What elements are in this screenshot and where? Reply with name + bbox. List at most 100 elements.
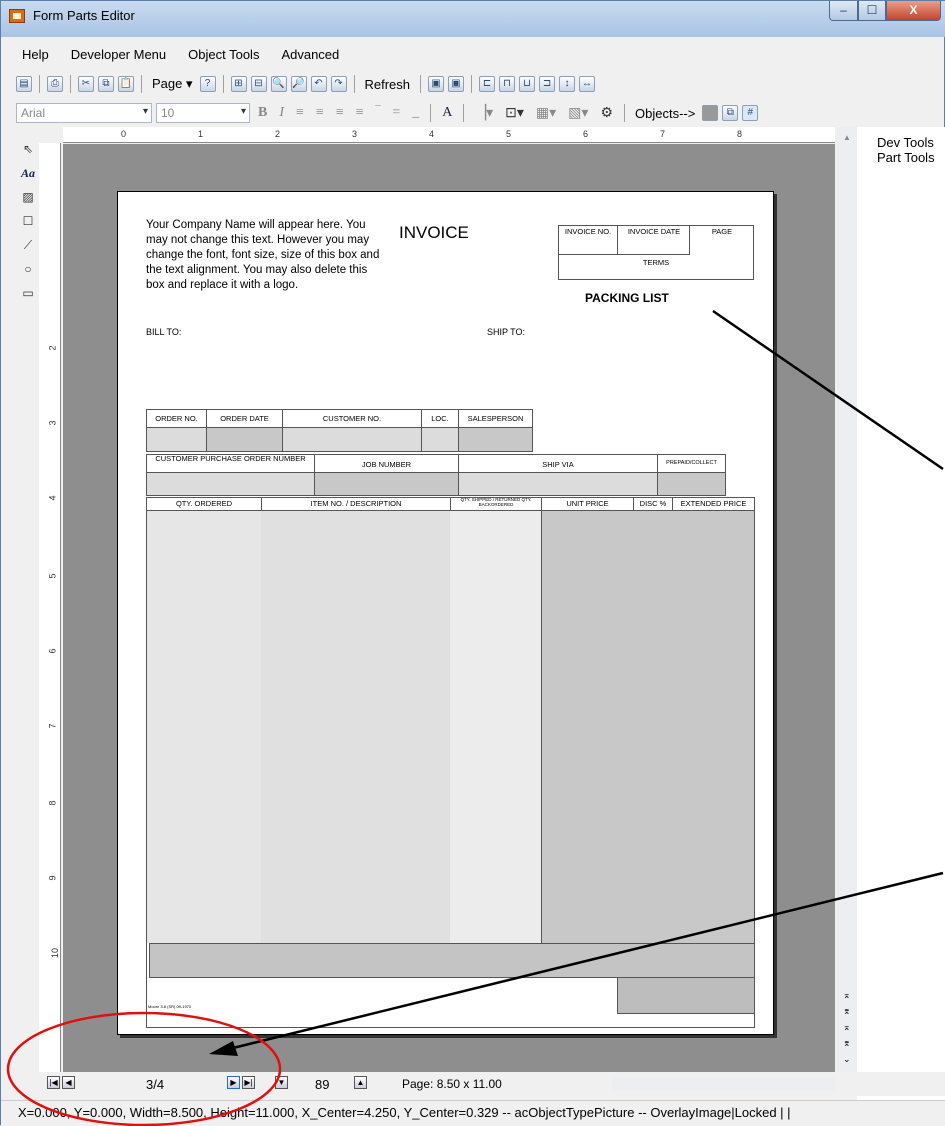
send-back-icon[interactable]: ▣: [448, 76, 465, 92]
total-box[interactable]: [617, 977, 755, 1014]
ruler-label: 2: [275, 129, 281, 139]
font-size-select[interactable]: 10: [156, 103, 250, 123]
nav-value: 89: [315, 1077, 330, 1092]
ruler-label: 4: [429, 129, 435, 139]
totals-bar[interactable]: [149, 943, 755, 978]
vertical-scrollbar[interactable]: ▲ ⌅ ⌆ ⌅ ⌆ ⌄: [837, 127, 857, 1082]
salesperson-field[interactable]: [458, 427, 533, 452]
properties-icon[interactable]: ⚙: [596, 105, 617, 122]
fit-width-icon[interactable]: ⊟: [250, 76, 267, 92]
pattern-icon[interactable]: ▧▾: [564, 105, 592, 122]
fill-color-icon[interactable]: ▦▾: [532, 105, 560, 122]
font-color-icon[interactable]: A: [438, 105, 456, 121]
fit-page-icon[interactable]: ⊞: [230, 76, 247, 92]
overlay-icon[interactable]: ⧉: [722, 105, 739, 121]
text-tool-icon[interactable]: Aa: [20, 165, 36, 181]
design-canvas[interactable]: Your Company Name will appear here. You …: [63, 144, 835, 1077]
valign-top-icon[interactable]: ‾: [372, 105, 385, 121]
zoom-out-icon[interactable]: 🔎: [290, 76, 307, 92]
part-tools-item[interactable]: Part Tools: [857, 150, 945, 165]
scroll-up-icon[interactable]: ▲: [843, 133, 851, 142]
page-label: PAGE: [711, 227, 733, 236]
undo-icon[interactable]: ↶: [310, 76, 327, 92]
page-dropdown[interactable]: Page ▾: [149, 76, 196, 92]
ruler-label: 5: [47, 573, 58, 579]
order-date-field[interactable]: [206, 427, 283, 452]
prepaid-collect-field[interactable]: [657, 472, 726, 496]
print-icon[interactable]: ⎙: [47, 76, 63, 92]
menu-advanced[interactable]: Advanced: [269, 43, 349, 67]
loc-header: LOC.: [431, 414, 449, 423]
company-text-box[interactable]: Your Company Name will appear here. You …: [146, 218, 386, 293]
down-icon[interactable]: ▼: [275, 1076, 288, 1089]
close-button[interactable]: X: [886, 1, 941, 21]
cut-icon[interactable]: ✂: [78, 76, 94, 92]
align-center-text-icon[interactable]: ≡: [312, 105, 328, 121]
bold-icon[interactable]: B: [254, 105, 271, 121]
first-page-icon[interactable]: |◀: [47, 1076, 60, 1089]
job-number-field[interactable]: [314, 472, 459, 496]
refresh-button[interactable]: Refresh: [362, 77, 414, 92]
customer-po-field[interactable]: [146, 472, 315, 496]
prev-page-icon[interactable]: ◀: [62, 1076, 75, 1089]
align-top-icon[interactable]: ⊓: [499, 76, 516, 92]
extended-price-header: EXTENDED PRICE: [680, 499, 747, 508]
pointer-icon[interactable]: ⇖: [20, 141, 36, 157]
valign-bottom-icon[interactable]: _: [408, 105, 423, 121]
menu-developer[interactable]: Developer Menu: [59, 43, 176, 67]
copy-icon[interactable]: ⧉: [98, 76, 114, 92]
ruler-label: 3: [352, 129, 358, 139]
horizontal-scrollbar[interactable]: [612, 1077, 835, 1091]
invoice-page[interactable]: Your Company Name will appear here. You …: [117, 191, 774, 1035]
justify-text-icon[interactable]: ≡: [352, 105, 368, 121]
rounded-rect-tool-icon[interactable]: ▭: [20, 285, 36, 301]
save-icon[interactable]: ▤: [16, 76, 32, 92]
menu-help[interactable]: Help: [10, 43, 59, 67]
align-left-icon[interactable]: ⊏: [479, 76, 496, 92]
customer-no-field[interactable]: [282, 427, 422, 452]
dev-tools-item[interactable]: Dev Tools: [857, 127, 945, 150]
ellipse-tool-icon[interactable]: ○: [20, 261, 36, 277]
grid-icon[interactable]: #: [742, 105, 759, 121]
ship-via-field[interactable]: [458, 472, 658, 496]
font-select[interactable]: Arial: [16, 103, 152, 123]
same-height-icon[interactable]: ↕: [559, 76, 576, 92]
border-icon[interactable]: ⊡▾: [501, 105, 528, 122]
ruler-label: 0: [121, 129, 127, 139]
up-icon[interactable]: ▲: [354, 1076, 367, 1089]
last-page-icon[interactable]: ▶|: [242, 1076, 255, 1089]
scroll-arrows-icon[interactable]: ⌅ ⌆ ⌅ ⌆ ⌄: [843, 987, 851, 1067]
qty-shipped-column[interactable]: [450, 511, 541, 943]
qty-ordered-header: QTY. ORDERED: [175, 499, 233, 508]
separator: [624, 104, 625, 122]
align-bottom-icon[interactable]: ⊔: [519, 76, 536, 92]
minimize-button[interactable]: –: [829, 1, 858, 21]
align-right-icon[interactable]: ⊐: [539, 76, 556, 92]
maximize-button[interactable]: ☐: [858, 1, 886, 21]
separator: [222, 75, 224, 93]
image-tool-icon[interactable]: ▨: [20, 189, 36, 205]
italic-icon[interactable]: I: [275, 105, 288, 121]
line-color-icon[interactable]: ▕▾: [471, 105, 497, 122]
menu-object-tools[interactable]: Object Tools: [176, 43, 269, 67]
help-icon[interactable]: ?: [199, 76, 216, 92]
rectangle-tool-icon[interactable]: ☐: [20, 213, 36, 229]
align-left-text-icon[interactable]: ≡: [292, 105, 308, 121]
next-page-icon[interactable]: ▶: [227, 1076, 240, 1089]
redo-icon[interactable]: ↷: [330, 76, 347, 92]
align-right-text-icon[interactable]: ≡: [332, 105, 348, 121]
paste-icon[interactable]: 📋: [118, 76, 134, 92]
loc-field[interactable]: [421, 427, 459, 452]
order-no-field[interactable]: [146, 427, 207, 452]
same-width-icon[interactable]: ↔: [579, 76, 596, 92]
zoom-in-icon[interactable]: 🔍: [270, 76, 287, 92]
description-column[interactable]: [261, 511, 450, 943]
salesperson-header: SALESPERSON: [467, 414, 524, 423]
shade-object-icon[interactable]: [702, 105, 719, 121]
invoice-title: INVOICE: [399, 223, 469, 242]
valign-middle-icon[interactable]: =: [388, 105, 404, 121]
price-columns[interactable]: [541, 510, 755, 944]
bring-front-icon[interactable]: ▣: [428, 76, 445, 92]
qty-ordered-column[interactable]: [147, 511, 261, 943]
line-tool-icon[interactable]: ⟋: [20, 237, 36, 253]
